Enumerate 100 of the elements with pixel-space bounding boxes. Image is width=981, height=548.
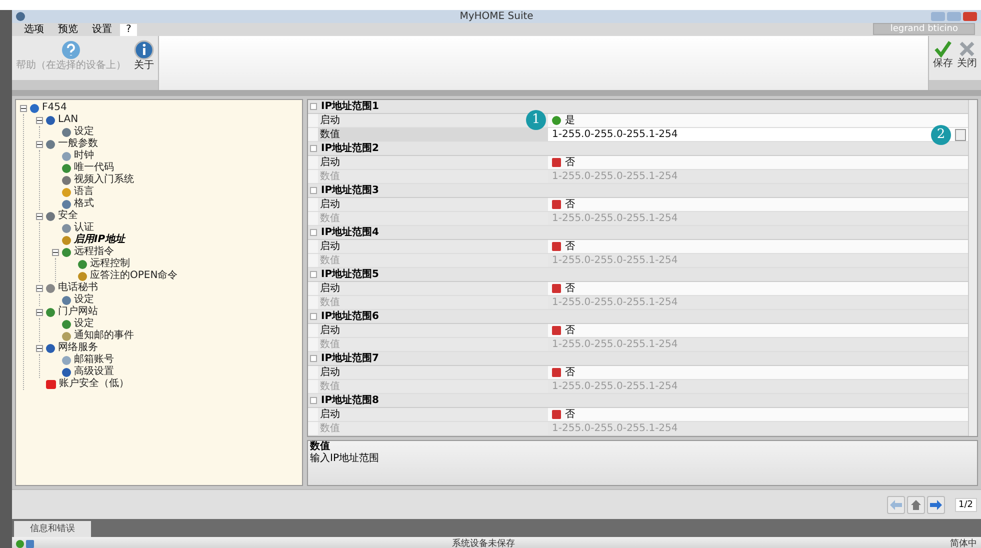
- brand-label: legrand bticino: [873, 23, 975, 35]
- property-label: 数值: [318, 128, 548, 141]
- tree-item[interactable]: 设定: [74, 126, 94, 138]
- scrollbar[interactable]: [968, 100, 977, 436]
- about-button[interactable]: 关于: [134, 40, 154, 80]
- tree-item[interactable]: 语言: [74, 186, 94, 198]
- tree-item[interactable]: 网络服务: [58, 342, 98, 354]
- property-value: 1-255.0-255.0-255.1-254: [552, 170, 678, 182]
- left-arrow-icon: [890, 500, 902, 510]
- cross-icon[interactable]: [552, 158, 561, 167]
- collapse-icon[interactable]: [36, 308, 43, 316]
- node-icon: [62, 320, 71, 328]
- tree-item[interactable]: 账户安全（低）: [59, 378, 129, 390]
- tree-item[interactable]: 认证: [74, 222, 94, 234]
- tree-item[interactable]: 设定: [74, 318, 94, 330]
- menu-tab[interactable]: 预览: [52, 24, 84, 36]
- edit-button[interactable]: [955, 128, 966, 140]
- group-title: IP地址范围1: [321, 100, 380, 112]
- property-label: 数值: [318, 380, 548, 393]
- home-icon: [910, 500, 921, 510]
- property-value: 否: [565, 366, 575, 378]
- cross-icon[interactable]: [552, 200, 561, 209]
- property-value: 否: [565, 156, 575, 168]
- node-icon: [46, 344, 55, 352]
- property-label: 数值: [318, 422, 548, 435]
- tree-item[interactable]: 远程控制: [90, 258, 130, 270]
- property-label: 启动: [318, 240, 548, 253]
- menu-tab[interactable]: ?: [120, 24, 138, 36]
- save-button[interactable]: 保存: [933, 40, 953, 80]
- property-label: 启动: [318, 408, 548, 421]
- description-text: 输入IP地址范围: [310, 453, 380, 465]
- tree-item[interactable]: 启用IP地址: [74, 234, 126, 246]
- group-title: IP地址范围3: [321, 184, 380, 196]
- tree-item[interactable]: 门户网站: [58, 306, 98, 318]
- tree-item[interactable]: 时钟: [74, 150, 94, 162]
- node-icon: [62, 176, 71, 184]
- status-ok-icon: [16, 540, 24, 548]
- tree-item[interactable]: 应答注的OPEN命令: [90, 270, 178, 282]
- node-icon: [62, 356, 71, 364]
- tree-item[interactable]: 设定: [74, 294, 94, 306]
- tree-item[interactable]: 格式: [74, 198, 94, 210]
- property-value: 否: [565, 408, 575, 420]
- close-action-button[interactable]: 关闭: [957, 40, 977, 80]
- collapse-icon[interactable]: [36, 212, 43, 220]
- property-value: 1-255.0-255.0-255.1-254: [552, 128, 678, 140]
- collapse-icon[interactable]: [36, 140, 43, 148]
- maximize-button[interactable]: [947, 12, 961, 21]
- node-icon: [30, 104, 39, 112]
- cross-icon[interactable]: [552, 284, 561, 293]
- tree-item[interactable]: 通知邮的事件: [74, 330, 134, 342]
- tree-item[interactable]: 邮箱账号: [74, 354, 114, 366]
- tree-item[interactable]: 一般参数: [58, 138, 98, 150]
- tree-item[interactable]: 高级设置: [74, 366, 114, 378]
- cross-icon[interactable]: [552, 242, 561, 251]
- collapse-icon[interactable]: [20, 104, 27, 112]
- collapse-icon[interactable]: [36, 116, 43, 124]
- back-button[interactable]: [886, 496, 905, 514]
- property-label: 数值: [318, 338, 548, 351]
- tree-item[interactable]: LAN: [58, 114, 78, 126]
- messages-tab[interactable]: 信息和错误: [14, 521, 91, 537]
- check-icon[interactable]: [552, 116, 561, 125]
- node-icon: [62, 236, 71, 244]
- cross-icon[interactable]: [552, 410, 561, 419]
- minimize-button[interactable]: [931, 12, 945, 21]
- tree-item[interactable]: 唯一代码: [74, 162, 114, 174]
- property-value: 否: [565, 198, 575, 210]
- node-icon: [62, 188, 71, 196]
- menu-tab[interactable]: 选项: [18, 24, 50, 36]
- node-icon: [46, 212, 55, 220]
- node-icon: [62, 224, 71, 232]
- property-label: 数值: [318, 212, 548, 225]
- collapse-icon[interactable]: [36, 284, 43, 292]
- save-status-icon: [26, 540, 34, 548]
- cross-icon[interactable]: [552, 368, 561, 377]
- property-label: 启动: [318, 324, 548, 337]
- group-footer-bar: [929, 80, 981, 90]
- tree-item[interactable]: 远程指令: [74, 246, 114, 258]
- status-message: 系统设备未保存: [452, 538, 515, 548]
- node-icon: [46, 140, 55, 148]
- menu-tab[interactable]: 设置: [86, 24, 118, 36]
- cross-icon[interactable]: [552, 326, 561, 335]
- collapse-icon[interactable]: [36, 344, 43, 352]
- home-button[interactable]: [906, 496, 925, 514]
- tree-item[interactable]: 电话秘书: [58, 282, 98, 294]
- tree-item[interactable]: 视频入门系统: [74, 174, 134, 186]
- tree-item[interactable]: F454: [42, 102, 67, 114]
- property-value: 否: [565, 324, 575, 336]
- window-title: MyHOME Suite: [460, 10, 534, 23]
- close-icon: [958, 40, 976, 58]
- node-icon: [62, 128, 71, 136]
- node-icon: [46, 380, 56, 388]
- node-icon: [62, 248, 71, 256]
- forward-button[interactable]: [926, 496, 945, 514]
- property-label: 启动: [318, 156, 548, 169]
- collapse-icon[interactable]: [52, 248, 59, 256]
- tree-item[interactable]: 安全: [58, 210, 78, 222]
- close-button[interactable]: [963, 12, 977, 21]
- group-title: IP地址范围7: [321, 352, 380, 364]
- node-icon: [62, 200, 71, 208]
- property-value: 1-255.0-255.0-255.1-254: [552, 254, 678, 266]
